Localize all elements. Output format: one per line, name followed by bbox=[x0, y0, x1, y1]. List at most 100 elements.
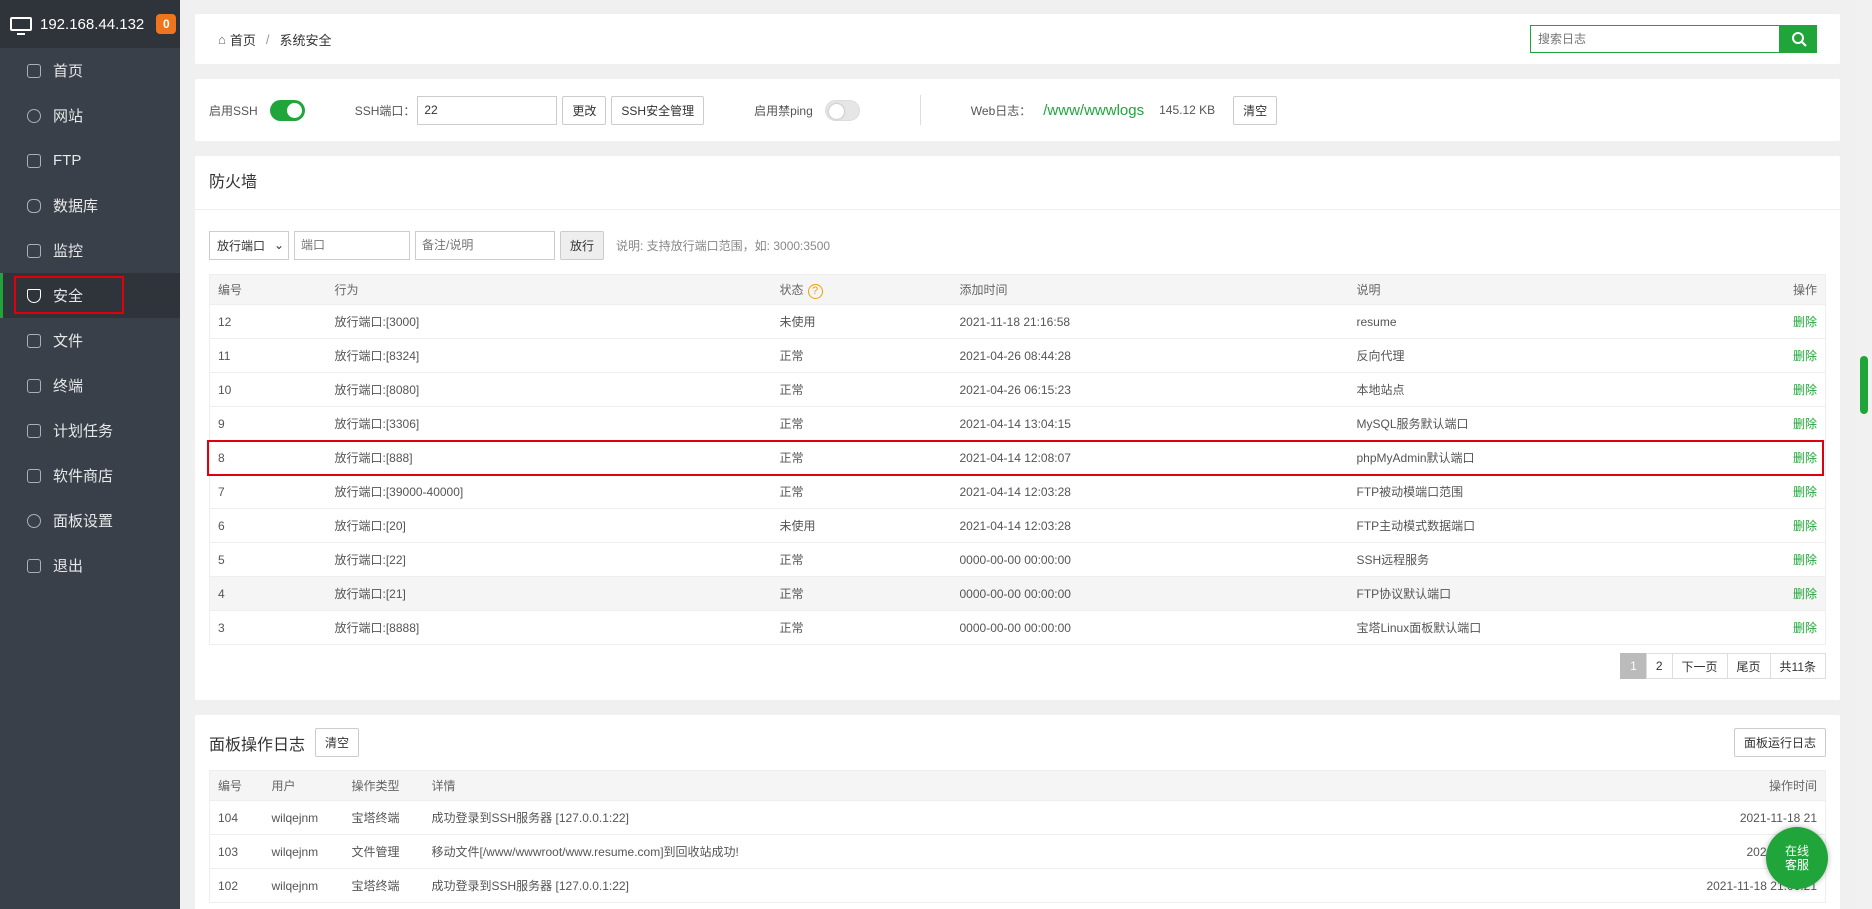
sidebar-item-database[interactable]: 数据库 bbox=[0, 183, 180, 228]
delete-link[interactable]: 删除 bbox=[1713, 576, 1826, 611]
sidebar-item-logout[interactable]: 退出 bbox=[0, 543, 180, 588]
cell-time: 2021-04-14 12:08:07 bbox=[951, 440, 1349, 475]
delete-link[interactable]: 删除 bbox=[1713, 542, 1826, 577]
cell-desc: 反向代理 bbox=[1348, 338, 1714, 373]
breadcrumb-home[interactable]: 首页 bbox=[230, 30, 256, 49]
help-icon[interactable]: ? bbox=[807, 283, 823, 299]
ssh-manage-button[interactable]: SSH安全管理 bbox=[611, 95, 705, 125]
sidebar-item-files[interactable]: 文件 bbox=[0, 318, 180, 363]
sidebar-item-cron[interactable]: 计划任务 bbox=[0, 408, 180, 453]
page-2[interactable]: 2 bbox=[1645, 653, 1673, 679]
calendar-icon bbox=[27, 423, 41, 438]
notification-badge[interactable]: 0 bbox=[156, 14, 177, 34]
delete-link[interactable]: 删除 bbox=[1713, 610, 1826, 645]
cell-time: 2021-11-18 21:06:21 bbox=[1422, 868, 1826, 903]
allow-button[interactable]: 放行 bbox=[560, 230, 605, 260]
cell-id: 4 bbox=[209, 576, 327, 611]
online-support-button[interactable]: 在线 客服 bbox=[1766, 827, 1828, 889]
sidebar-item-ftp[interactable]: FTP bbox=[0, 138, 180, 183]
cell-time: 0000-00-00 00:00:00 bbox=[951, 576, 1349, 611]
delete-link[interactable]: 删除 bbox=[1713, 508, 1826, 543]
cell-time: 2021-11-18 21:16:58 bbox=[951, 304, 1349, 339]
search-input[interactable] bbox=[1530, 25, 1780, 53]
sidebar-item-settings[interactable]: 面板设置 bbox=[0, 498, 180, 543]
cell-status: 正常 bbox=[771, 440, 952, 475]
cell-detail: 成功登录到SSH服务器 [127.0.0.1:22] bbox=[423, 868, 1423, 903]
cell-status: 正常 bbox=[771, 610, 952, 645]
table-header: 编号 行为 状态? 添加时间 说明 操作 bbox=[209, 274, 1826, 305]
sidebar: 192.168.44.132 0 首页 网站 FTP 数据库 监控 安全 文件 … bbox=[0, 0, 180, 909]
sidebar-item-store[interactable]: 软件商店 bbox=[0, 453, 180, 498]
cell-desc: FTP协议默认端口 bbox=[1348, 576, 1714, 611]
ftp-icon bbox=[27, 153, 41, 168]
scrollbar[interactable] bbox=[1856, 0, 1872, 909]
next-page[interactable]: 下一页 bbox=[1671, 653, 1728, 679]
support-line2: 客服 bbox=[1784, 858, 1809, 872]
server-header: 192.168.44.132 0 bbox=[0, 0, 180, 48]
sidebar-item-label: 监控 bbox=[53, 243, 84, 260]
gear-icon bbox=[27, 513, 41, 528]
delete-link[interactable]: 删除 bbox=[1713, 304, 1826, 339]
table-row: 5 放行端口:[22] 正常 0000-00-00 00:00:00 SSH远程服务 删除 bbox=[209, 542, 1826, 577]
weblog-path-link[interactable]: /www/wwwlogs bbox=[1043, 102, 1144, 119]
rule-type-select[interactable]: 放行端口 ⌄ bbox=[209, 230, 289, 260]
cell-status: 正常 bbox=[771, 542, 952, 577]
cell-user: wilqejnm bbox=[263, 834, 344, 869]
cell-action: 放行端口:[3000] bbox=[326, 304, 772, 339]
firewall-table: 编号 行为 状态? 添加时间 说明 操作 12 放行端口:[3000] 未使用 202… bbox=[209, 274, 1826, 645]
ssh-toggle[interactable] bbox=[269, 99, 305, 121]
delete-link[interactable]: 删除 bbox=[1713, 338, 1826, 373]
run-log-button[interactable]: 面板运行日志 bbox=[1733, 728, 1826, 757]
delete-link[interactable]: 删除 bbox=[1713, 440, 1826, 475]
sidebar-item-terminal[interactable]: 终端 bbox=[0, 363, 180, 408]
cell-type: 宝塔终端 bbox=[343, 868, 424, 903]
sidebar-item-monitor[interactable]: 监控 bbox=[0, 228, 180, 273]
note-input[interactable] bbox=[415, 230, 555, 260]
cell-id: 11 bbox=[209, 338, 327, 373]
pagination: 1 2 下一页 尾页 共11条 bbox=[209, 653, 1826, 679]
cell-id: 6 bbox=[209, 508, 327, 543]
cell-time: 2021-11-18 21 bbox=[1422, 800, 1826, 835]
cell-detail: 成功登录到SSH服务器 [127.0.0.1:22] bbox=[423, 800, 1423, 835]
clear-log-button[interactable]: 清空 bbox=[315, 728, 360, 757]
delete-link[interactable]: 删除 bbox=[1713, 406, 1826, 441]
sidebar-item-security[interactable]: 安全 bbox=[0, 273, 180, 318]
last-page[interactable]: 尾页 bbox=[1726, 653, 1771, 679]
delete-link[interactable]: 删除 bbox=[1713, 474, 1826, 509]
search-button[interactable] bbox=[1780, 25, 1817, 53]
port-input[interactable] bbox=[294, 230, 410, 260]
cell-action: 放行端口:[22] bbox=[326, 542, 772, 577]
sidebar-item-home[interactable]: 首页 bbox=[0, 48, 180, 93]
delete-link[interactable]: 删除 bbox=[1713, 372, 1826, 407]
cell-action: 放行端口:[8080] bbox=[326, 372, 772, 407]
col-time: 操作时间 bbox=[1422, 770, 1826, 801]
cell-id: 12 bbox=[209, 304, 327, 339]
cell-time: 0000-00-00 00:00:00 bbox=[951, 542, 1349, 577]
table-row: 102 wilqejnm 宝塔终端 成功登录到SSH服务器 [127.0.0.1:22… bbox=[209, 868, 1826, 903]
page-1[interactable]: 1 bbox=[1620, 653, 1647, 679]
breadcrumb: ⌂ 首页 / 系统安全 bbox=[195, 14, 1840, 64]
col-status-label: 状态 bbox=[779, 282, 804, 297]
cell-user: wilqejnm bbox=[263, 868, 344, 903]
cell-status: 正常 bbox=[771, 338, 952, 373]
logout-icon bbox=[27, 558, 41, 573]
cell-status: 正常 bbox=[771, 372, 952, 407]
col-id: 编号 bbox=[209, 770, 264, 801]
cell-action: 放行端口:[20] bbox=[326, 508, 772, 543]
weblog-label: Web日志： bbox=[970, 103, 1032, 118]
clear-weblog-button[interactable]: 清空 bbox=[1233, 95, 1278, 125]
ssh-port-input[interactable] bbox=[417, 95, 558, 125]
home-icon bbox=[27, 63, 41, 78]
scrollbar-thumb[interactable] bbox=[1860, 356, 1868, 414]
cell-id: 8 bbox=[209, 440, 327, 475]
table-row: 104 wilqejnm 宝塔终端 成功登录到SSH服务器 [127.0.0.1:22… bbox=[209, 800, 1826, 835]
sidebar-item-label: 首页 bbox=[53, 63, 84, 80]
database-icon bbox=[27, 198, 41, 213]
sidebar-item-website[interactable]: 网站 bbox=[0, 93, 180, 138]
col-desc: 说明 bbox=[1348, 274, 1714, 305]
cell-id: 7 bbox=[209, 474, 327, 509]
sidebar-item-label: FTP bbox=[53, 152, 82, 169]
breadcrumb-current: 系统安全 bbox=[279, 32, 332, 48]
change-port-button[interactable]: 更改 bbox=[562, 95, 607, 125]
ping-toggle[interactable] bbox=[824, 99, 860, 121]
